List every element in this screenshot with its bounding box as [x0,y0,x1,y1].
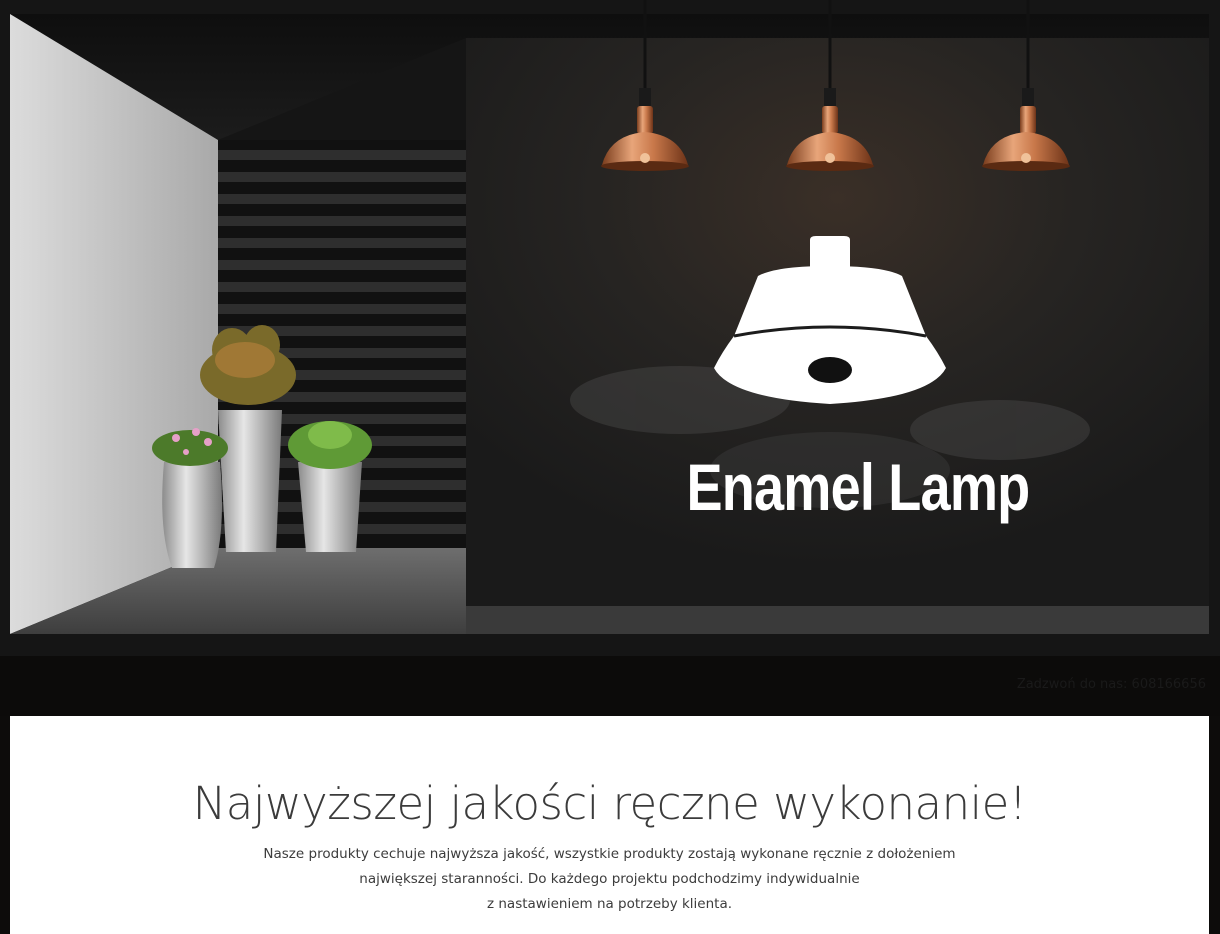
page-headline: Najwyższej jakości ręczne wykonanie! [192,777,1027,830]
page: Enamel Lamp Zadzwoń do nas: 608166656 Na… [0,0,1220,934]
description-line: Nasze produkty cechuje najwyższa jakość,… [263,846,956,862]
description-line: największej staranności. Do każdego proj… [359,871,860,887]
description: Nasze produkty cechuje najwyższa jakość,… [10,842,1209,917]
contact-phone-link[interactable]: Zadzwoń do nas: 608166656 [1017,677,1206,692]
contact-bar: Zadzwoń do nas: 608166656 [0,656,1220,716]
description-line: z nastawieniem na potrzeby klienta. [486,896,733,912]
hero-banner: Enamel Lamp [0,0,1220,656]
main-content: Najwyższej jakości ręczne wykonanie! Nas… [10,716,1209,934]
brand-name: Enamel Lamp [686,450,1031,524]
hero-illustration [0,0,1220,656]
